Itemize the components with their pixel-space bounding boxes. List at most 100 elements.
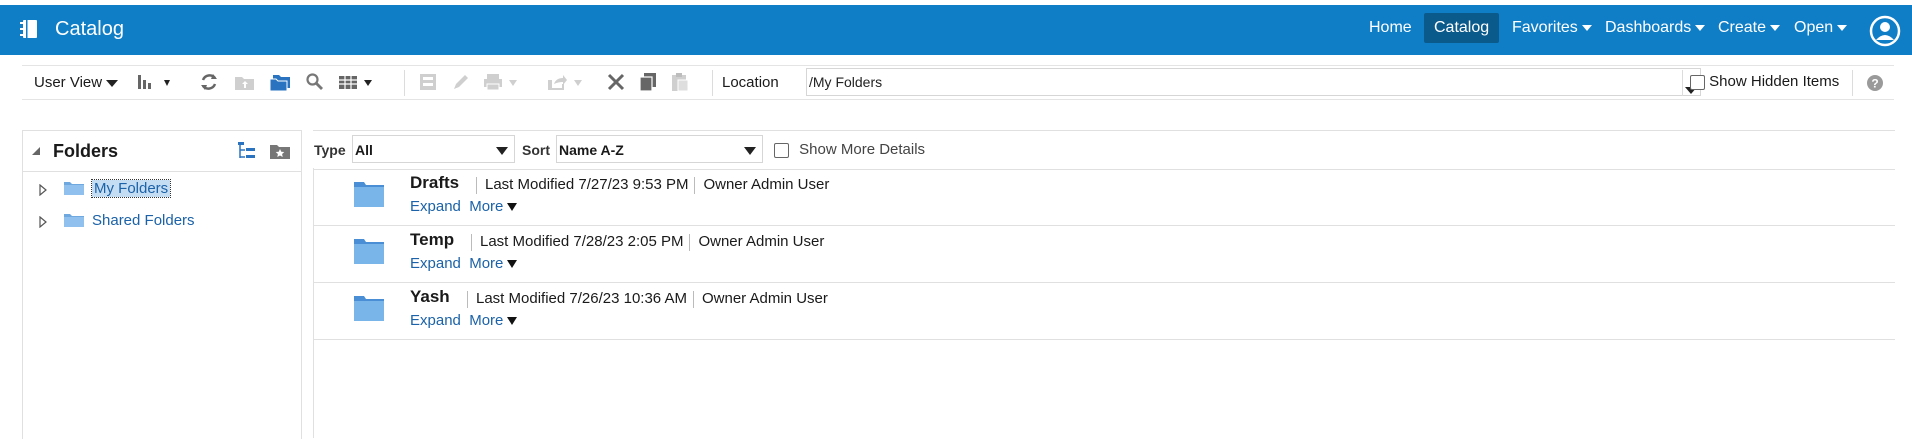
new-folder-icon[interactable] bbox=[269, 72, 291, 92]
catalog-toolbar: User View Location Sh bbox=[22, 65, 1894, 100]
item-name[interactable]: Yash bbox=[410, 287, 450, 307]
toolbar-divider bbox=[1852, 70, 1853, 96]
refresh-icon[interactable] bbox=[199, 72, 219, 92]
paste-icon bbox=[670, 72, 690, 92]
caret-down-icon bbox=[507, 317, 518, 326]
nav-dashboards[interactable]: Dashboards bbox=[1605, 19, 1706, 37]
item-actions: Expand More bbox=[410, 312, 518, 329]
item-modified: Last Modified 7/28/23 2:05 PM bbox=[480, 233, 684, 250]
app-header: Catalog Home Catalog Favorites Dashboard… bbox=[0, 5, 1912, 55]
list-item: Drafts Last Modified 7/27/23 9:53 PM Owne… bbox=[313, 169, 1895, 226]
more-label: More bbox=[469, 198, 504, 215]
user-view-dropdown[interactable]: User View bbox=[34, 74, 119, 91]
user-avatar-icon[interactable] bbox=[1869, 15, 1901, 47]
meta-divider bbox=[467, 290, 468, 308]
chevron-down-icon bbox=[1695, 24, 1706, 31]
item-owner: Owner Admin User bbox=[698, 233, 825, 250]
nav-catalog[interactable]: Catalog bbox=[1424, 13, 1500, 43]
help-icon[interactable]: ? bbox=[1866, 74, 1884, 92]
show-hidden-label: Show Hidden Items bbox=[1709, 73, 1840, 90]
show-hidden-items[interactable]: Show Hidden Items bbox=[1690, 73, 1839, 90]
show-hidden-checkbox[interactable] bbox=[1690, 74, 1705, 90]
edit-pencil-icon bbox=[451, 72, 471, 92]
chevron-down-icon bbox=[106, 79, 119, 87]
chevron-down-icon bbox=[496, 147, 508, 155]
item-modified: Last Modified 7/26/23 10:36 AM bbox=[476, 290, 687, 307]
folder-up-icon bbox=[234, 72, 256, 92]
nav-create-label: Create bbox=[1718, 19, 1767, 36]
nav-home[interactable]: Home bbox=[1369, 19, 1412, 37]
meta-divider bbox=[694, 176, 696, 194]
location-input[interactable] bbox=[806, 68, 1701, 96]
type-select[interactable]: All bbox=[352, 135, 515, 163]
archive-icon bbox=[418, 72, 438, 92]
item-meta: Last Modified 7/26/23 10:36 AM Owner Admi… bbox=[461, 290, 828, 308]
show-more-details-label: Show More Details bbox=[799, 141, 926, 158]
more-menu[interactable]: More bbox=[469, 255, 518, 272]
meta-divider bbox=[689, 233, 691, 251]
expand-arrow-icon[interactable] bbox=[39, 184, 47, 196]
nav-open[interactable]: Open bbox=[1794, 19, 1848, 37]
user-view-label: User View bbox=[34, 74, 103, 91]
item-meta: Last Modified 7/27/23 9:53 PM Owner Admin… bbox=[470, 176, 829, 194]
folder-icon bbox=[353, 294, 385, 322]
tree-view-icon[interactable] bbox=[237, 141, 257, 161]
toolbar-divider bbox=[1682, 70, 1683, 96]
sort-select[interactable]: Name A-Z bbox=[556, 135, 763, 163]
delete-x-icon[interactable] bbox=[606, 72, 626, 92]
sort-select-value: Name A-Z bbox=[559, 142, 624, 158]
more-label: More bbox=[469, 255, 504, 272]
tree-label-my-folders[interactable]: My Folders bbox=[90, 179, 172, 198]
expand-link[interactable]: Expand bbox=[410, 312, 461, 329]
nav-open-label: Open bbox=[1794, 19, 1834, 36]
sort-label: Sort bbox=[522, 142, 550, 158]
expand-arrow-icon[interactable] bbox=[39, 216, 47, 228]
nav-favorites-label: Favorites bbox=[1512, 19, 1578, 36]
item-name[interactable]: Temp bbox=[410, 230, 454, 250]
type-select-value: All bbox=[355, 142, 373, 158]
share-icon bbox=[546, 72, 586, 92]
nav-dashboards-label: Dashboards bbox=[1605, 19, 1692, 36]
folder-icon bbox=[63, 212, 85, 228]
toolbar-divider bbox=[712, 70, 713, 96]
nav-create[interactable]: Create bbox=[1718, 19, 1781, 37]
item-actions: Expand More bbox=[410, 255, 518, 272]
item-actions: Expand More bbox=[410, 198, 518, 215]
table-view-icon[interactable] bbox=[338, 72, 378, 92]
list-item: Yash Last Modified 7/26/23 10:36 AM Owner… bbox=[313, 283, 1895, 340]
show-more-details-checkbox[interactable] bbox=[774, 142, 789, 158]
expand-link[interactable]: Expand bbox=[410, 255, 461, 272]
more-menu[interactable]: More bbox=[469, 312, 518, 329]
chevron-down-icon bbox=[1837, 24, 1848, 31]
toolbar-divider bbox=[404, 70, 405, 96]
folders-pane-title: Folders bbox=[53, 141, 119, 161]
collapse-triangle-icon[interactable] bbox=[31, 146, 41, 156]
item-modified: Last Modified 7/27/23 9:53 PM bbox=[485, 176, 689, 193]
favorite-folder-icon[interactable] bbox=[269, 142, 291, 160]
caret-down-icon bbox=[507, 203, 518, 212]
type-label: Type bbox=[314, 142, 346, 158]
meta-divider bbox=[471, 233, 472, 251]
sort-bars-icon[interactable] bbox=[136, 72, 176, 92]
item-name[interactable]: Drafts bbox=[410, 173, 459, 193]
search-icon[interactable] bbox=[305, 72, 325, 92]
expand-link[interactable]: Expand bbox=[410, 198, 461, 215]
chevron-down-icon bbox=[1581, 24, 1592, 31]
tree-label-shared-folders[interactable]: Shared Folders bbox=[92, 212, 195, 229]
more-menu[interactable]: More bbox=[469, 198, 518, 215]
meta-divider bbox=[476, 176, 477, 194]
content-pane-border bbox=[313, 168, 314, 438]
folder-icon bbox=[353, 180, 385, 208]
nav-favorites[interactable]: Favorites bbox=[1512, 19, 1592, 37]
show-more-details[interactable]: Show More Details bbox=[774, 141, 925, 158]
item-meta: Last Modified 7/28/23 2:05 PM Owner Admin… bbox=[465, 233, 824, 251]
app-title: Catalog bbox=[55, 18, 124, 40]
svg-text:?: ? bbox=[1871, 77, 1878, 91]
copy-icon[interactable] bbox=[638, 72, 658, 92]
list-item: Temp Last Modified 7/28/23 2:05 PM Owner … bbox=[313, 226, 1895, 283]
chevron-down-icon bbox=[744, 147, 756, 155]
folder-icon bbox=[63, 180, 85, 196]
chevron-down-icon bbox=[1770, 24, 1781, 31]
item-owner: Owner Admin User bbox=[703, 176, 830, 193]
location-label: Location bbox=[722, 74, 779, 91]
